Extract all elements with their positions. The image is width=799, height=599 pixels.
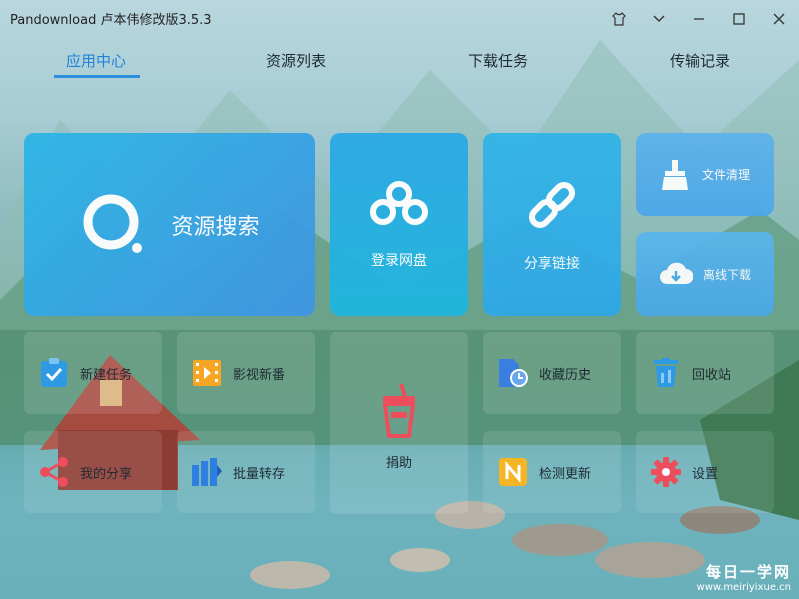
baidu-cloud-icon [370, 180, 428, 225]
minimize-icon [694, 18, 704, 20]
login-cloud-label: 登录网盘 [371, 252, 427, 269]
cloud-download-icon [659, 262, 693, 284]
recycle-bin-button[interactable]: 回收站 [636, 332, 774, 414]
title-bar: Pandownload 卢本伟修改版3.5.3 [0, 0, 799, 38]
file-clean-tile[interactable]: 文件清理 [636, 133, 774, 216]
donate-button[interactable]: 捐助 [330, 332, 468, 514]
share-link-label: 分享链接 [524, 255, 580, 272]
search-icon [83, 194, 143, 253]
watermark: 每日一学网 www.meiriyixue.cn [697, 561, 791, 593]
trash-icon [654, 358, 678, 387]
active-tab-indicator [54, 75, 140, 78]
my-share-label: 我的分享 [80, 466, 133, 482]
video-series-label: 影视新番 [233, 367, 286, 383]
offline-download-tile[interactable]: 离线下载 [636, 232, 774, 316]
window-title: Pandownload 卢本伟修改版3.5.3 [10, 13, 212, 28]
minimize-button[interactable] [686, 6, 712, 32]
batch-save-icon [192, 458, 222, 486]
batch-save-button[interactable]: 批量转存 [177, 431, 315, 513]
chevron-down-icon [653, 15, 665, 22]
film-icon [193, 360, 221, 386]
batch-save-label: 批量转存 [233, 466, 286, 482]
menu-button[interactable] [646, 6, 672, 32]
share-icon [40, 457, 68, 487]
update-n-icon [499, 458, 527, 486]
skin-button[interactable] [606, 6, 632, 32]
check-update-button[interactable]: 检测更新 [483, 431, 621, 513]
link-icon [528, 181, 576, 228]
donate-label: 捐助 [385, 455, 412, 471]
tab-bar: 应用中心 资源列表 下载任务 传输记录 [0, 40, 799, 80]
favorites-history-label: 收藏历史 [539, 367, 592, 383]
tab-transfer-records[interactable]: 传输记录 [670, 50, 730, 71]
new-task-button[interactable]: 新建任务 [24, 332, 162, 414]
resource-search-tile[interactable]: 资源搜索 [24, 133, 315, 316]
video-series-button[interactable]: 影视新番 [177, 332, 315, 414]
favorites-history-button[interactable]: 收藏历史 [483, 332, 621, 414]
check-update-label: 检测更新 [539, 466, 592, 482]
tab-resource-list[interactable]: 资源列表 [266, 50, 326, 71]
settings-label: 设置 [692, 466, 719, 482]
drink-cup-icon [382, 382, 416, 438]
file-history-icon [499, 359, 528, 387]
close-icon [773, 13, 785, 25]
close-button[interactable] [766, 6, 792, 32]
share-link-tile[interactable]: 分享链接 [483, 133, 621, 316]
settings-button[interactable]: 设置 [636, 431, 774, 513]
tab-app-center[interactable]: 应用中心 [66, 50, 126, 71]
maximize-button[interactable] [726, 6, 752, 32]
recycle-bin-label: 回收站 [692, 367, 732, 383]
watermark-title: 每日一学网 [705, 563, 791, 581]
file-clean-label: 文件清理 [701, 168, 750, 182]
my-share-button[interactable]: 我的分享 [24, 431, 162, 513]
tab-download-tasks[interactable]: 下载任务 [468, 50, 528, 71]
broom-icon [661, 159, 688, 190]
app-window: Pandownload 卢本伟修改版3.5.3 应用中心 资源列表 下载任务 传… [0, 0, 799, 599]
offline-download-label: 离线下载 [702, 267, 751, 282]
clipboard-check-icon [41, 358, 67, 387]
watermark-url: www.meiriyixue.cn [696, 582, 791, 593]
gear-icon [651, 457, 681, 487]
shirt-icon [612, 12, 626, 26]
new-task-label: 新建任务 [80, 367, 133, 383]
maximize-icon [733, 13, 745, 25]
resource-search-label: 资源搜索 [171, 214, 260, 240]
login-cloud-tile[interactable]: 登录网盘 [330, 133, 468, 316]
